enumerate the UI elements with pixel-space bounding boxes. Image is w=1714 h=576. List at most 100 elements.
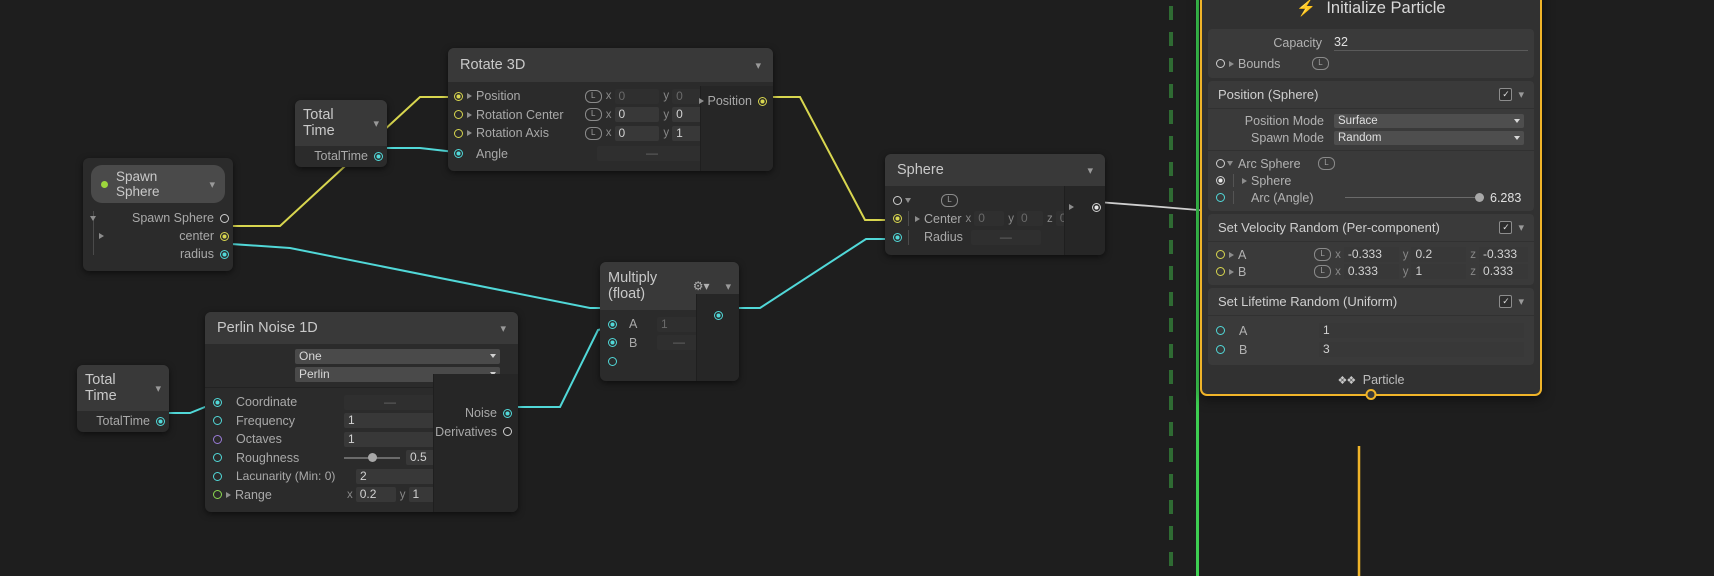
lifetime-a-row[interactable]: A 1 xyxy=(1208,321,1534,340)
port-sphere-radius-in[interactable] xyxy=(893,233,902,242)
chevron-down-icon[interactable]: ▾ xyxy=(1518,88,1524,101)
enable-checkbox[interactable]: ✓ xyxy=(1499,295,1512,308)
expand-range-icon[interactable] xyxy=(226,492,231,498)
expand-velocity-b-icon[interactable] xyxy=(1229,269,1234,275)
expand-sphere-out-icon[interactable] xyxy=(1069,204,1074,210)
expand-velocity-a-icon[interactable] xyxy=(1229,252,1234,258)
capacity-row[interactable]: Capacity 32 xyxy=(1208,32,1534,53)
total-time-1-output-row[interactable]: TotalTime xyxy=(295,146,387,167)
port-rotation-axis-in[interactable] xyxy=(454,129,463,138)
expand-sphere-icon[interactable] xyxy=(1242,178,1247,184)
space-local-badge[interactable]: L xyxy=(941,194,958,207)
capacity-field[interactable]: 32 xyxy=(1334,35,1528,51)
port-velocity-b-in[interactable] xyxy=(1216,267,1225,276)
chevron-down-icon[interactable]: ▾ xyxy=(755,59,761,72)
chevron-down-icon[interactable]: ▾ xyxy=(1087,164,1093,177)
position-mode-dropdown[interactable]: Surface xyxy=(1334,114,1524,128)
port-arc-sphere-in[interactable] xyxy=(1216,159,1225,168)
node-rotate-3d[interactable]: Rotate 3D ▾ Position L x 0 y 0 z 0 Rotat… xyxy=(448,48,773,171)
space-local-badge[interactable]: L xyxy=(1314,265,1331,278)
port-radius-out[interactable] xyxy=(220,250,229,259)
total-time-2-title-bar[interactable]: Total Time ▾ xyxy=(77,365,169,411)
lifetime-b-field[interactable]: 3 xyxy=(1319,342,1524,357)
collapse-icon[interactable] xyxy=(1227,161,1233,166)
context-header[interactable]: ⚡ Initialize Particle LOCAL xyxy=(1202,0,1540,26)
block-set-lifetime-random[interactable]: Set Lifetime Random (Uniform) ✓ ▾ A 1 B … xyxy=(1208,288,1534,365)
octaves-field[interactable]: 1 xyxy=(344,432,436,447)
sphere-center-y-field[interactable]: 0 xyxy=(1017,211,1043,226)
port-position-in[interactable] xyxy=(454,92,463,101)
perlin-title-bar[interactable]: Perlin Noise 1D ▾ xyxy=(205,312,518,344)
port-noise-out[interactable] xyxy=(503,409,512,418)
spawn-sphere-row-center[interactable]: center xyxy=(83,227,233,245)
port-derivatives-out[interactable] xyxy=(503,427,512,436)
block-position-sphere[interactable]: Position (Sphere) ✓ ▾ Position Mode Surf… xyxy=(1208,81,1534,211)
dimensions-dropdown[interactable]: One xyxy=(295,349,500,364)
port-multiply-out[interactable] xyxy=(714,311,723,320)
flow-output-port[interactable] xyxy=(1366,389,1377,400)
port-multiply-add-in[interactable] xyxy=(608,357,617,366)
port-angle-in[interactable] xyxy=(454,149,463,158)
port-rotation-center-in[interactable] xyxy=(454,110,463,119)
port-bounds-in[interactable] xyxy=(1216,59,1225,68)
velocity-b-y-field[interactable]: 1 xyxy=(1411,264,1466,279)
port-velocity-a-in[interactable] xyxy=(1216,250,1225,259)
chevron-down-icon[interactable]: ▾ xyxy=(500,322,506,335)
space-local-badge[interactable]: L xyxy=(1312,57,1329,70)
expand-rotation-center-icon[interactable] xyxy=(467,112,472,118)
node-sphere[interactable]: Sphere ▾ L Center x 0 y 0 z 0 xyxy=(885,154,1105,255)
port-lifetime-a-in[interactable] xyxy=(1216,326,1225,335)
chevron-down-icon[interactable]: ▾ xyxy=(373,117,379,130)
range-x-field[interactable]: 0.2 xyxy=(356,487,396,502)
port-roughness-in[interactable] xyxy=(213,453,222,462)
node-total-time-2[interactable]: Total Time ▾ TotalTime xyxy=(77,365,169,432)
lifetime-a-field[interactable]: 1 xyxy=(1319,323,1524,338)
port-totaltime-out[interactable] xyxy=(374,152,383,161)
port-multiply-a-in[interactable] xyxy=(608,320,617,329)
lacunarity-field[interactable]: 2 xyxy=(356,469,444,484)
space-local-badge[interactable]: L xyxy=(585,90,602,103)
velocity-b-row[interactable]: B L x 0.333 y 1 z 0.333 xyxy=(1208,263,1534,280)
chevron-down-icon[interactable]: ▾ xyxy=(1518,221,1524,234)
sphere-center-x-field[interactable]: 0 xyxy=(974,211,1004,226)
node-total-time-1[interactable]: Total Time ▾ TotalTime xyxy=(295,100,387,167)
enable-checkbox[interactable]: ✓ xyxy=(1499,88,1512,101)
spawn-mode-dropdown[interactable]: Random xyxy=(1334,131,1524,145)
angle-field[interactable]: — xyxy=(597,146,707,161)
arc-angle-row[interactable]: Arc (Angle) 6.283 xyxy=(1208,189,1534,206)
multiply-a-field[interactable]: 1 xyxy=(657,317,701,332)
port-multiply-b-in[interactable] xyxy=(608,338,617,347)
position-mode-row[interactable]: Position Mode Surface xyxy=(1208,112,1534,129)
rotation-center-x-field[interactable]: 0 xyxy=(615,107,660,122)
velocity-a-row[interactable]: A L x -0.333 y 0.2 z -0.333 xyxy=(1208,246,1534,263)
sphere-sub-row[interactable]: Sphere xyxy=(1208,172,1534,189)
arc-angle-slider[interactable] xyxy=(1345,192,1484,204)
total-time-1-title-bar[interactable]: Total Time ▾ xyxy=(295,100,387,146)
port-totaltime2-out[interactable] xyxy=(156,417,165,426)
space-local-badge[interactable]: L xyxy=(585,108,602,121)
node-multiply-float[interactable]: Multiply (float) ⚙▾ ▾ A 1 B — xyxy=(600,262,739,381)
velocity-b-x-field[interactable]: 0.333 xyxy=(1344,264,1399,279)
velocity-a-z-field[interactable]: -0.333 xyxy=(1479,247,1528,262)
port-spawn-sphere-out[interactable] xyxy=(220,214,229,223)
roughness-slider[interactable] xyxy=(344,452,400,464)
port-center-out[interactable] xyxy=(220,232,229,241)
port-sphere-struct-in[interactable] xyxy=(893,196,902,205)
expand-center-icon[interactable] xyxy=(99,233,104,239)
block-set-velocity-random[interactable]: Set Velocity Random (Per-component) ✓ ▾ … xyxy=(1208,214,1534,285)
port-sphere-out[interactable] xyxy=(1092,203,1101,212)
space-local-badge[interactable]: L xyxy=(1318,157,1335,170)
velocity-header[interactable]: Set Velocity Random (Per-component) ✓ ▾ xyxy=(1208,214,1534,242)
chevron-down-icon[interactable]: ▾ xyxy=(209,178,215,191)
graph-canvas[interactable]: Spawn Sphere ▾ Spawn Sphere center radiu… xyxy=(0,0,1714,576)
space-local-badge[interactable]: L xyxy=(1314,248,1331,261)
position-sphere-header[interactable]: Position (Sphere) ✓ ▾ xyxy=(1208,81,1534,109)
total-time-2-output-row[interactable]: TotalTime xyxy=(77,411,169,432)
chevron-down-icon[interactable]: ▾ xyxy=(1518,295,1524,308)
port-octaves-in[interactable] xyxy=(213,435,222,444)
context-initialize-particle[interactable]: ⚡ Initialize Particle LOCAL Capacity 32 … xyxy=(1200,0,1542,396)
spawn-sphere-row-radius[interactable]: radius xyxy=(83,245,233,263)
velocity-a-x-field[interactable]: -0.333 xyxy=(1344,247,1399,262)
port-frequency-in[interactable] xyxy=(213,416,222,425)
lifetime-header[interactable]: Set Lifetime Random (Uniform) ✓ ▾ xyxy=(1208,288,1534,316)
